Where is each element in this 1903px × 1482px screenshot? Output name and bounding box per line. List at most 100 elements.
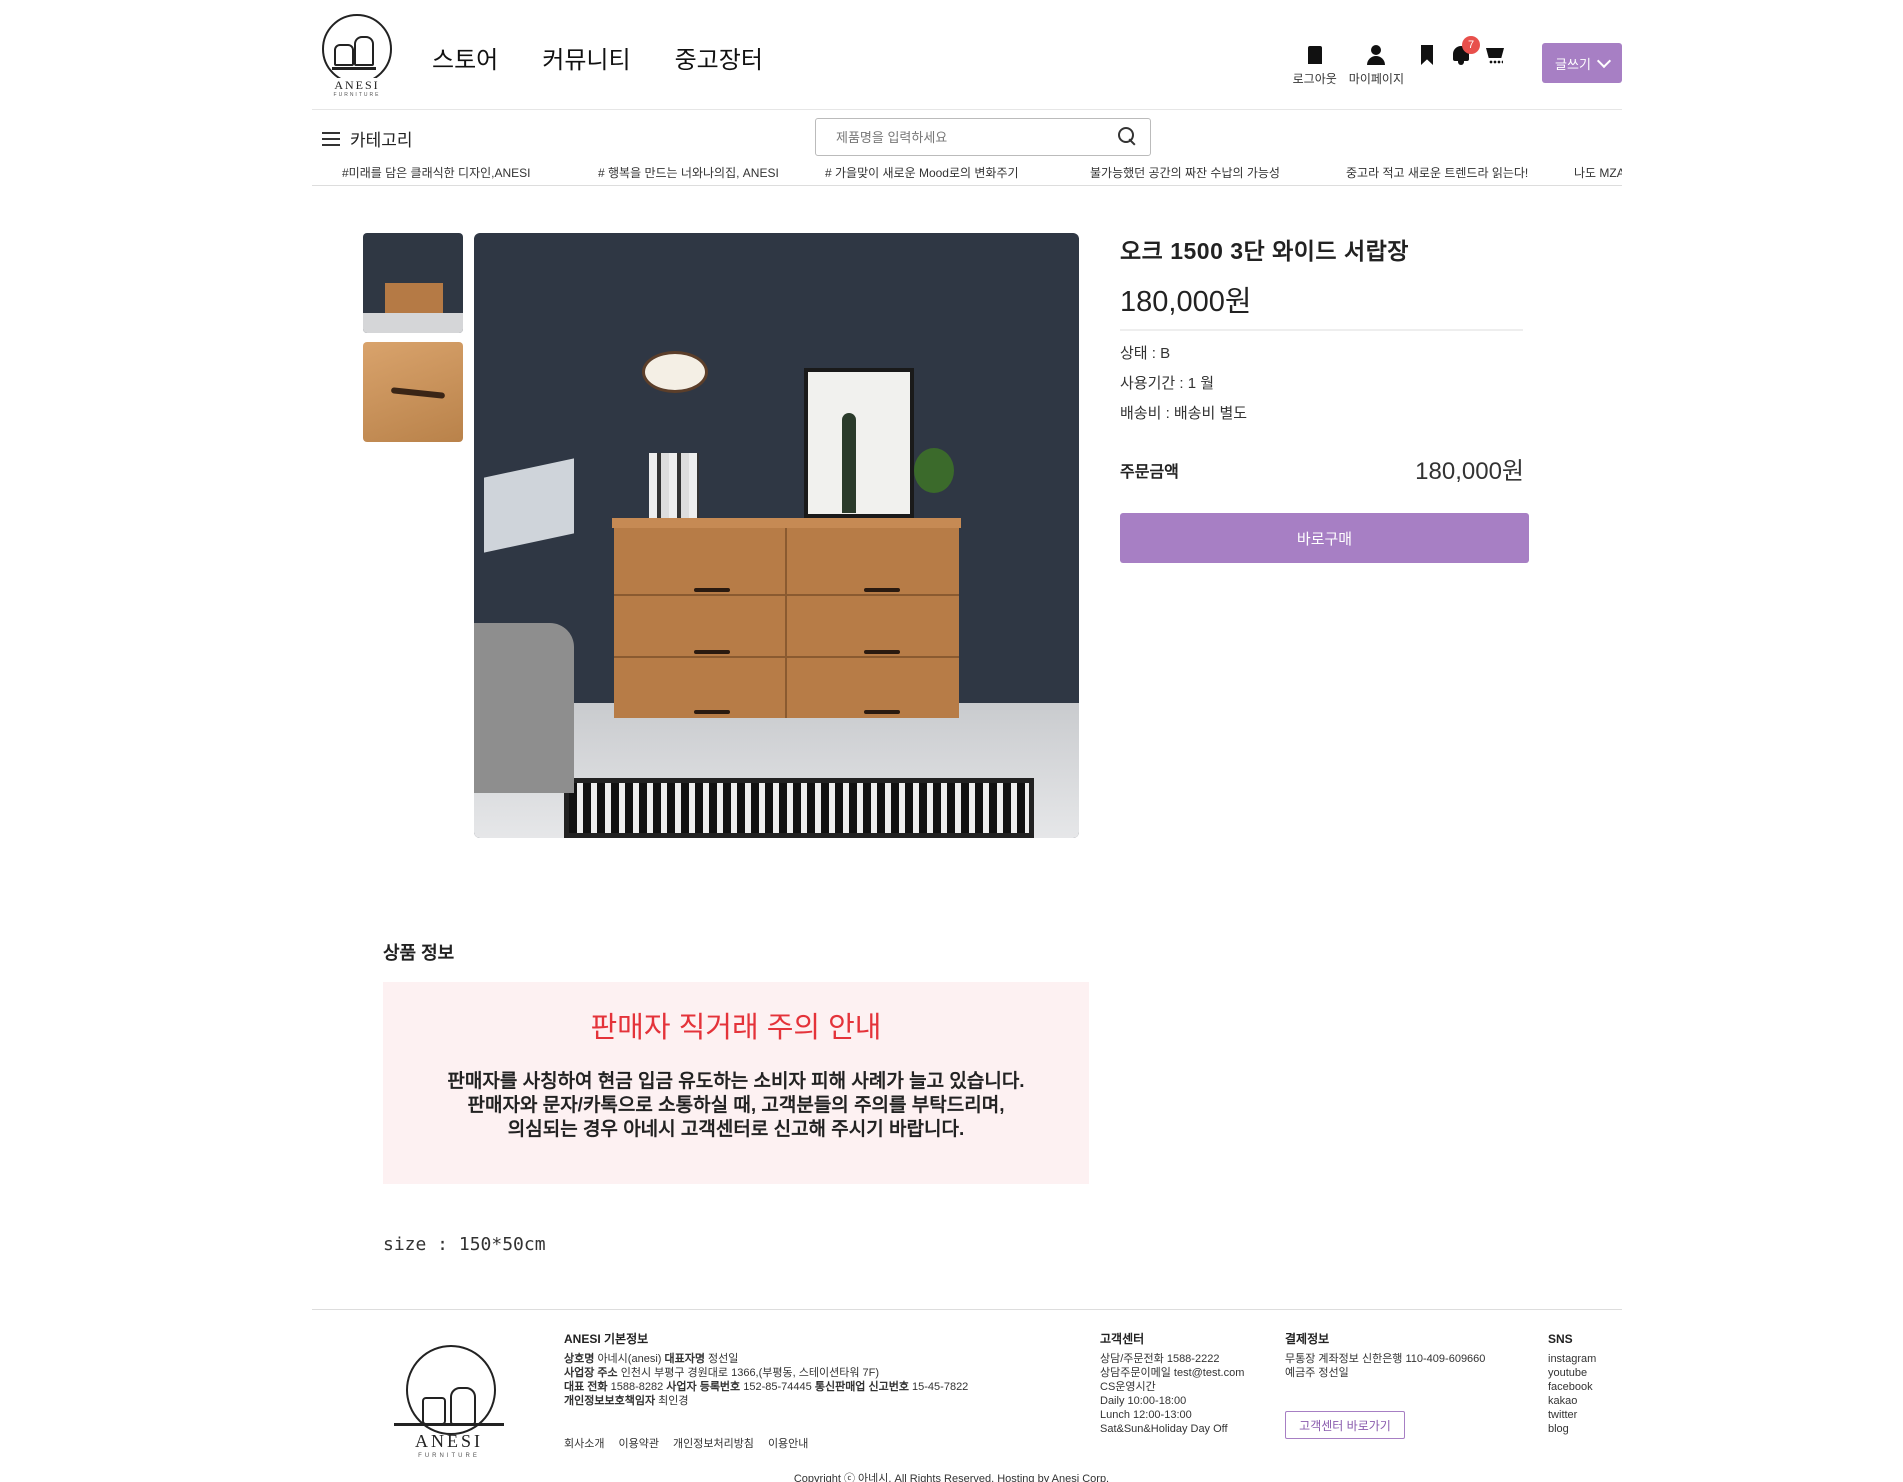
logout-button[interactable]: 로그아웃 <box>1293 44 1337 87</box>
product-size: size : 150*50cm <box>383 1234 546 1255</box>
footer-links: 회사소개 이용약관 개인정보처리방침 이용안내 <box>564 1435 808 1451</box>
info-key: 개인정보보호책임자 <box>564 1395 656 1407</box>
search-box <box>815 118 1151 156</box>
brand-logo[interactable]: ANESI FURNITURE <box>318 14 396 98</box>
info-key: 대표 전화 <box>564 1381 608 1393</box>
search-icon[interactable] <box>1118 127 1136 145</box>
ticker-item[interactable]: 나도 MZA <box>1574 164 1622 181</box>
logo-text: ANESI <box>318 78 396 93</box>
cart-button[interactable] <box>1484 44 1506 70</box>
cs-title: 고객센터 <box>1100 1332 1145 1346</box>
cs-line: Daily 10:00-18:00 <box>1100 1395 1187 1407</box>
footer-link-company[interactable]: 회사소개 <box>564 1435 604 1451</box>
image-wall-plate <box>642 351 708 393</box>
dresser-divider <box>785 528 787 718</box>
dresser-handle <box>864 588 900 592</box>
main-nav: 스토어 커뮤니티 중고장터 <box>432 40 763 75</box>
company-info-row: 대표 전화 1588-8282 사업자 등록번호 152-85-74445 통신… <box>564 1380 1024 1394</box>
dresser-row-line <box>614 594 959 596</box>
dresser-handle <box>694 650 730 654</box>
info-key: 통신판매업 신고번호 <box>814 1381 909 1393</box>
bookmark-button[interactable] <box>1416 44 1438 70</box>
image-dresser <box>612 518 961 718</box>
cs-line: 상담주문이메일 test@test.com <box>1100 1367 1245 1379</box>
notification-badge: 7 <box>1462 36 1480 54</box>
sns-link-facebook[interactable]: facebook <box>1548 1380 1628 1394</box>
order-amount-label: 주문금액 <box>1120 464 1179 481</box>
footer-logo: ANESI FURNITURE <box>392 1345 506 1463</box>
product-thumbnail-2[interactable] <box>363 342 463 442</box>
info-value: 15-45-7822 <box>912 1381 969 1393</box>
footer-link-privacy[interactable]: 개인정보처리방침 <box>673 1435 754 1451</box>
sns-link-youtube[interactable]: youtube <box>1548 1366 1628 1380</box>
dresser-top <box>612 518 961 528</box>
warning-line: 판매자와 문자/카톡으로 소통하실 때, 고객분들의 주의를 부탁드리며, <box>467 1095 1005 1116</box>
product-condition: 상태 : B <box>1120 345 1171 362</box>
info-value: 1588-8282 <box>610 1381 664 1393</box>
logo-subtext: FURNITURE <box>333 92 381 98</box>
info-key: 대표자명 <box>664 1353 705 1365</box>
dresser-handle <box>864 710 900 714</box>
write-label: 글쓰기 <box>1555 56 1591 72</box>
order-amount-value: 180,000원 <box>1415 458 1524 485</box>
info-value: 최인경 <box>658 1395 689 1407</box>
info-value: 정선일 <box>708 1353 739 1365</box>
sns-link-kakao[interactable]: kakao <box>1548 1394 1628 1408</box>
info-value: 인천시 부평구 경원대로 1366,(부평동, 스테이션타워 7F) <box>620 1367 880 1379</box>
image-picture-frame <box>804 368 914 518</box>
mypage-button[interactable]: 마이페이지 <box>1349 44 1404 87</box>
info-key: 사업자 등록번호 <box>666 1381 741 1393</box>
category-label: 카테고리 <box>350 131 413 150</box>
buy-now-button[interactable]: 바로구매 <box>1120 513 1529 563</box>
warning-line: 판매자를 사칭하여 현금 입금 유도하는 소비자 피해 사례가 늘고 있습니다. <box>447 1071 1025 1092</box>
ticker-item[interactable]: 중고라 적고 새로운 트렌드라 읽는다! <box>1346 164 1528 181</box>
footer-link-guide[interactable]: 이용안내 <box>768 1435 808 1451</box>
dresser-row-line <box>614 656 959 658</box>
customer-center-button[interactable]: 고객센터 바로가기 <box>1285 1411 1405 1439</box>
product-thumbnail-1[interactable] <box>363 233 463 333</box>
site-header: ANESI FURNITURE 스토어 커뮤니티 중고장터 로그아웃 마이페이지… <box>312 0 1622 110</box>
footer-link-terms[interactable]: 이용약관 <box>618 1435 658 1451</box>
sns-link-twitter[interactable]: twitter <box>1548 1408 1628 1422</box>
sns-link-blog[interactable]: blog <box>1548 1422 1628 1436</box>
info-value: 아네시(anesi) <box>597 1353 662 1365</box>
warning-text: 판매자를 사칭하여 현금 입금 유도하는 소비자 피해 사례가 늘고 있습니다.… <box>383 1070 1089 1142</box>
chair-icon <box>332 36 376 70</box>
nav-used-market[interactable]: 중고장터 <box>675 40 763 75</box>
thumbnail-dresser <box>385 283 443 313</box>
bookmark-icon <box>1416 44 1438 66</box>
nav-community[interactable]: 커뮤니티 <box>542 40 630 75</box>
product-price: 180,000원 <box>1120 286 1252 318</box>
info-value: 152-85-74445 <box>743 1381 812 1393</box>
dresser-handle <box>864 650 900 654</box>
category-menu[interactable]: 카테고리 <box>322 126 413 151</box>
search-input[interactable] <box>836 119 1116 155</box>
logout-icon <box>1304 44 1326 66</box>
cs-line: Lunch 12:00-13:00 <box>1100 1409 1192 1421</box>
logout-label: 로그아웃 <box>1292 72 1337 86</box>
image-magazine-stand <box>484 458 574 553</box>
nav-store[interactable]: 스토어 <box>432 40 498 75</box>
image-rug <box>564 778 1034 838</box>
user-nav: 로그아웃 마이페이지 7 글쓰기 <box>1281 36 1622 87</box>
ticker-item[interactable]: # 가을맞이 새로운 Mood로의 변화주기 <box>825 164 1019 181</box>
dresser-handle <box>694 710 730 714</box>
ticker-item[interactable]: # 행복을 만드는 너와나의집, ANESI <box>598 164 779 181</box>
divider <box>1120 329 1523 331</box>
ticker-item[interactable]: 불가능했던 공간의 짜잔 수납의 가능성 <box>1090 164 1280 181</box>
payment-title: 결제정보 <box>1285 1332 1330 1346</box>
info-key: 상호명 <box>564 1353 595 1365</box>
notification-button[interactable]: 7 <box>1450 36 1480 70</box>
write-button[interactable]: 글쓰기 <box>1542 43 1622 83</box>
thumbnail-handle-slot <box>390 387 446 399</box>
ticker-item[interactable]: #미래를 담은 클래식한 디자인,ANESI <box>342 164 531 181</box>
hamburger-icon <box>322 131 340 146</box>
info-key: 사업장 주소 <box>564 1367 618 1379</box>
user-icon <box>1365 44 1387 66</box>
footer-divider <box>312 1309 1622 1310</box>
sns-title: SNS <box>1548 1332 1573 1346</box>
image-books <box>649 453 699 518</box>
product-shipping: 배송비 : 배송비 별도 <box>1120 405 1248 422</box>
cs-line: CS운영시간 <box>1100 1381 1156 1393</box>
sns-link-instagram[interactable]: instagram <box>1548 1352 1628 1366</box>
